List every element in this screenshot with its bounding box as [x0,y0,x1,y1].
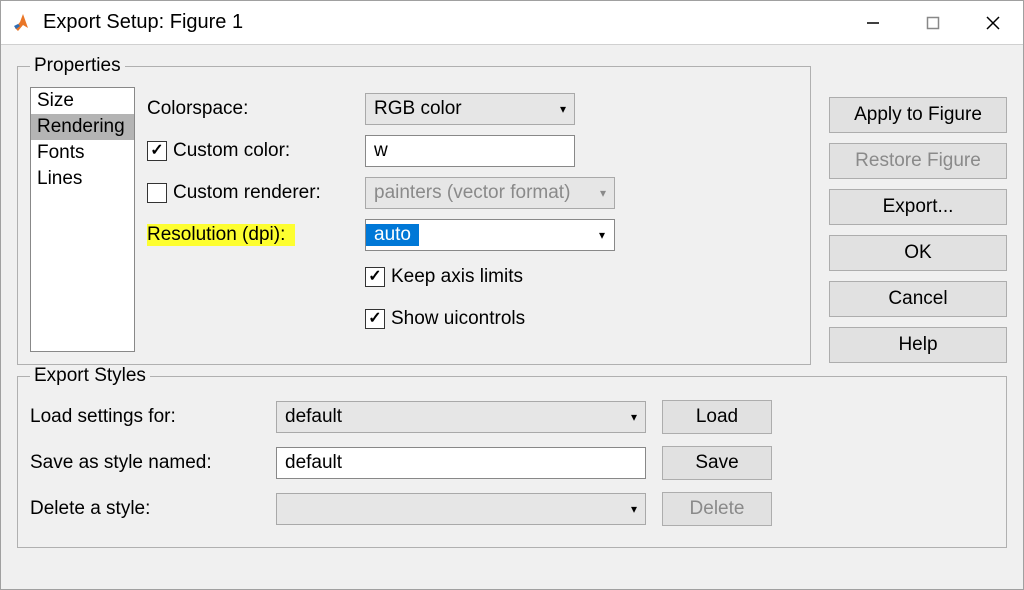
titlebar: Export Setup: Figure 1 [1,1,1023,45]
load-settings-label: Load settings for: [30,406,260,428]
export-styles-legend: Export Styles [30,365,150,387]
minimize-button[interactable] [843,1,903,44]
keep-axis-row: Keep axis limits [365,261,615,293]
export-styles-group: Export Styles Load settings for: default… [17,365,1007,548]
delete-button[interactable]: Delete [662,492,772,526]
resolution-label: Resolution (dpi): [147,224,295,246]
custom-renderer-label: Custom renderer: [173,182,321,204]
custom-color-row: Custom color: [147,135,357,167]
custom-renderer-row: Custom renderer: [147,177,357,209]
category-rendering[interactable]: Rendering [31,114,134,140]
colorspace-dropdown[interactable]: RGB color ▾ [365,93,575,125]
keep-axis-checkbox[interactable] [365,267,385,287]
export-button[interactable]: Export... [829,189,1007,225]
category-fonts[interactable]: Fonts [31,140,134,166]
show-uicontrols-row: Show uicontrols [365,303,615,335]
delete-row: Delete a style: ▾ Delete [30,489,994,529]
show-uicontrols-label: Show uicontrols [391,308,525,330]
category-size[interactable]: Size [31,88,134,114]
save-style-input[interactable]: default [276,447,646,479]
save-style-label: Save as style named: [30,452,260,474]
settings-grid: Colorspace: RGB color ▾ Custom color: w [147,93,798,352]
ok-button[interactable]: OK [829,235,1007,271]
custom-color-checkbox[interactable] [147,141,167,161]
custom-color-input[interactable]: w [365,135,575,167]
window-controls [843,1,1023,44]
window-title: Export Setup: Figure 1 [43,11,843,34]
resolution-label-cell: Resolution (dpi): [147,219,357,251]
load-button[interactable]: Load [662,400,772,434]
restore-figure-button[interactable]: Restore Figure [829,143,1007,179]
keep-axis-label: Keep axis limits [391,266,523,288]
delete-style-label: Delete a style: [30,498,260,520]
export-setup-window: Export Setup: Figure 1 Properties Size R… [0,0,1024,590]
category-lines[interactable]: Lines [31,166,134,192]
close-button[interactable] [963,1,1023,44]
top-row: Properties Size Rendering Fonts Lines Co… [17,55,1007,365]
load-row: Load settings for: default ▾ Load [30,397,994,437]
properties-legend: Properties [30,55,125,77]
save-row: Save as style named: default Save [30,443,994,483]
maximize-button[interactable] [903,1,963,44]
colorspace-label: Colorspace: [147,93,357,125]
chevron-down-icon: ▾ [560,102,566,116]
chevron-down-icon: ▾ [631,410,637,424]
resolution-combobox[interactable]: auto ▾ [365,219,615,251]
help-button[interactable]: Help [829,327,1007,363]
properties-group: Properties Size Rendering Fonts Lines Co… [17,55,811,365]
custom-color-label: Custom color: [173,140,290,162]
chevron-down-icon: ▾ [590,220,614,250]
apply-to-figure-button[interactable]: Apply to Figure [829,97,1007,133]
right-button-column: Apply to Figure Restore Figure Export...… [829,97,1007,363]
chevron-down-icon: ▾ [600,186,606,200]
cancel-button[interactable]: Cancel [829,281,1007,317]
chevron-down-icon: ▾ [631,502,637,516]
content-area: Properties Size Rendering Fonts Lines Co… [1,45,1023,589]
category-list[interactable]: Size Rendering Fonts Lines [30,87,135,352]
load-settings-dropdown[interactable]: default ▾ [276,401,646,433]
matlab-icon [11,11,35,35]
save-button[interactable]: Save [662,446,772,480]
custom-renderer-dropdown[interactable]: painters (vector format) ▾ [365,177,615,209]
custom-renderer-checkbox[interactable] [147,183,167,203]
delete-style-dropdown[interactable]: ▾ [276,493,646,525]
show-uicontrols-checkbox[interactable] [365,309,385,329]
